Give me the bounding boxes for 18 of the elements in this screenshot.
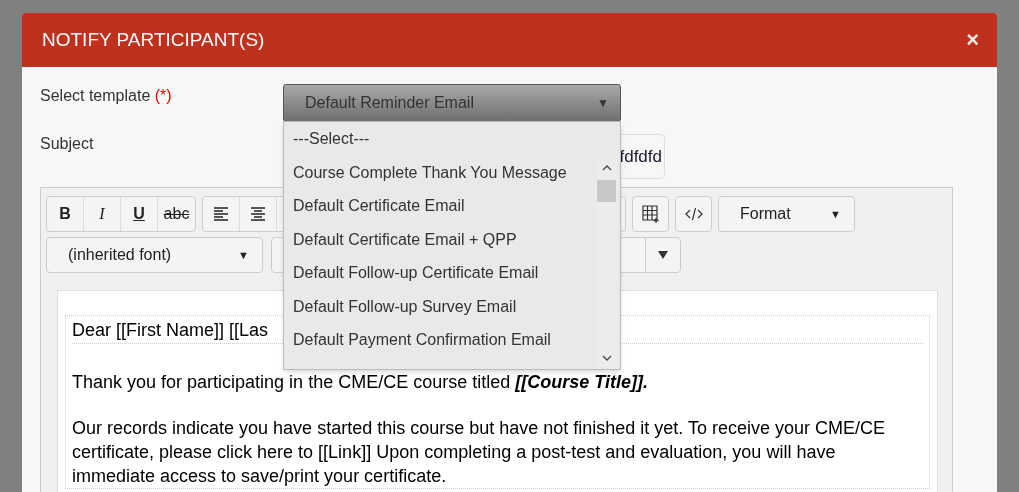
strike-button[interactable]: abc (158, 197, 195, 231)
dropdown-option[interactable]: Default Certificate Email (293, 189, 594, 223)
underline-button[interactable]: U (121, 197, 158, 231)
dropdown-option[interactable]: Default Certificate Email + QPP (293, 222, 594, 256)
dropdown-option[interactable]: Course Complete Thank You Message (293, 155, 594, 189)
bold-button[interactable]: B (47, 197, 84, 231)
format-dropdown[interactable]: Format ▼ (718, 196, 855, 232)
close-button[interactable]: × (966, 29, 979, 51)
field-label: Subject (40, 135, 94, 152)
dialog-title: NOTIFY PARTICIPANT(S) (42, 27, 265, 52)
template-select[interactable]: Default Reminder Email ▼ (283, 84, 621, 122)
body-paragraph: Thank you for participating in the CME/CE course titled [[Course Title]]. (72, 371, 649, 394)
body-paragraph: Our records indicate you have started this course but have not finished it yet. To receive your CME/CE certificate, please click here to [[Link]] Upon completing a post-test and evaluation, you will have immediate access to save/print your certificate. (72, 417, 887, 488)
dropdown-option[interactable]: ---Select--- (293, 122, 594, 156)
italic-button[interactable]: I (84, 197, 121, 231)
field-label: Select template (*) (40, 87, 172, 104)
dropdown-option[interactable]: Default Follow-up Certificate Email (293, 256, 594, 290)
font-dropdown[interactable]: (inherited font) ▼ (46, 237, 263, 273)
